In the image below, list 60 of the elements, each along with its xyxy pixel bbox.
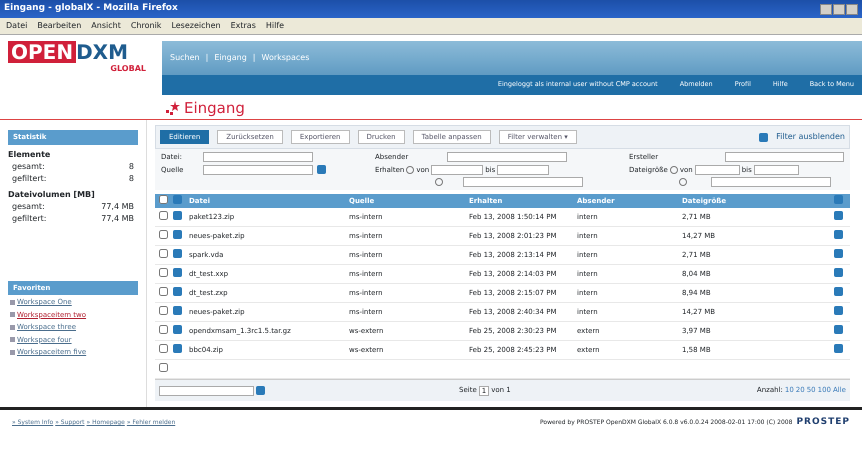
stat-label: gesamt:: [12, 160, 45, 172]
stat-group-label: Dateivolumen [MB]: [8, 188, 96, 200]
dropdown[interactable]: [447, 152, 567, 162]
radio-button[interactable]: [679, 178, 687, 186]
menu-item[interactable]: Ansicht: [91, 20, 121, 32]
nav-separator: |: [252, 52, 256, 64]
radio-button[interactable]: [406, 166, 414, 174]
star-icon: [166, 100, 180, 115]
page-title: Eingang: [184, 98, 245, 118]
bullet-icon: [10, 312, 15, 318]
dropdown[interactable]: [711, 177, 831, 187]
stat-value: 77,4 MB: [101, 200, 134, 212]
brand-logo: PROSTEP: [796, 416, 850, 429]
bullet-icon: [10, 337, 15, 342]
input-field[interactable]: [754, 164, 799, 175]
select-all-checkbox[interactable]: [159, 194, 168, 204]
input-field[interactable]: [203, 164, 313, 175]
logo-text: DXM: [76, 41, 128, 63]
dropdown[interactable]: [159, 386, 254, 396]
filter-toggle-link[interactable]: Filter ausblenden: [776, 131, 845, 143]
dropdown[interactable]: [431, 164, 484, 175]
stat-label: gesamt:: [12, 200, 45, 212]
menu-item[interactable]: Datei: [6, 20, 28, 32]
logo-subtext: GLOBAL: [110, 63, 146, 75]
dropdown[interactable]: [463, 177, 583, 187]
stat-label: gefiltert:: [12, 212, 46, 224]
stat-label: gefiltert:: [12, 172, 46, 184]
row-checkbox[interactable]: [159, 344, 168, 353]
radio-button[interactable]: [435, 178, 443, 186]
stat-value: 77,4 MB: [101, 212, 134, 224]
row-checkbox[interactable]: [159, 306, 168, 315]
minimize-button[interactable]: [820, 4, 832, 14]
dropdown[interactable]: [725, 152, 844, 162]
dropdown[interactable]: [497, 164, 550, 175]
logo-text: OPEN: [8, 41, 76, 63]
row-checkbox[interactable]: [159, 230, 168, 239]
input-field[interactable]: [203, 152, 313, 162]
stat-value: 8: [128, 172, 134, 184]
row-checkbox[interactable]: [159, 268, 168, 277]
menu-item[interactable]: Lesezeichen: [171, 20, 221, 32]
menu-item[interactable]: Hilfe: [266, 20, 284, 32]
menu-item[interactable]: Extras: [230, 20, 256, 32]
radio-button[interactable]: [670, 166, 678, 174]
stat-group-label: Elemente: [8, 148, 52, 160]
bullet-icon: [10, 350, 15, 355]
input-field[interactable]: [694, 164, 740, 175]
row-checkbox[interactable]: [159, 286, 168, 296]
close-button[interactable]: [846, 4, 858, 14]
menu-item[interactable]: Bearbeiten: [37, 20, 82, 32]
stat-value: 8: [128, 160, 134, 172]
window-title: Eingang - globalX - Mozilla Firefox: [4, 2, 178, 16]
row-checkbox[interactable]: [159, 210, 168, 220]
bullet-icon: [10, 324, 15, 330]
row-checkbox[interactable]: [159, 362, 168, 372]
bullet-icon: [10, 300, 15, 305]
row-checkbox[interactable]: [159, 248, 168, 258]
nav-separator: |: [206, 52, 208, 64]
row-checkbox[interactable]: [159, 324, 168, 334]
maximize-button[interactable]: [833, 4, 845, 14]
menu-item[interactable]: Chronik: [130, 20, 162, 32]
